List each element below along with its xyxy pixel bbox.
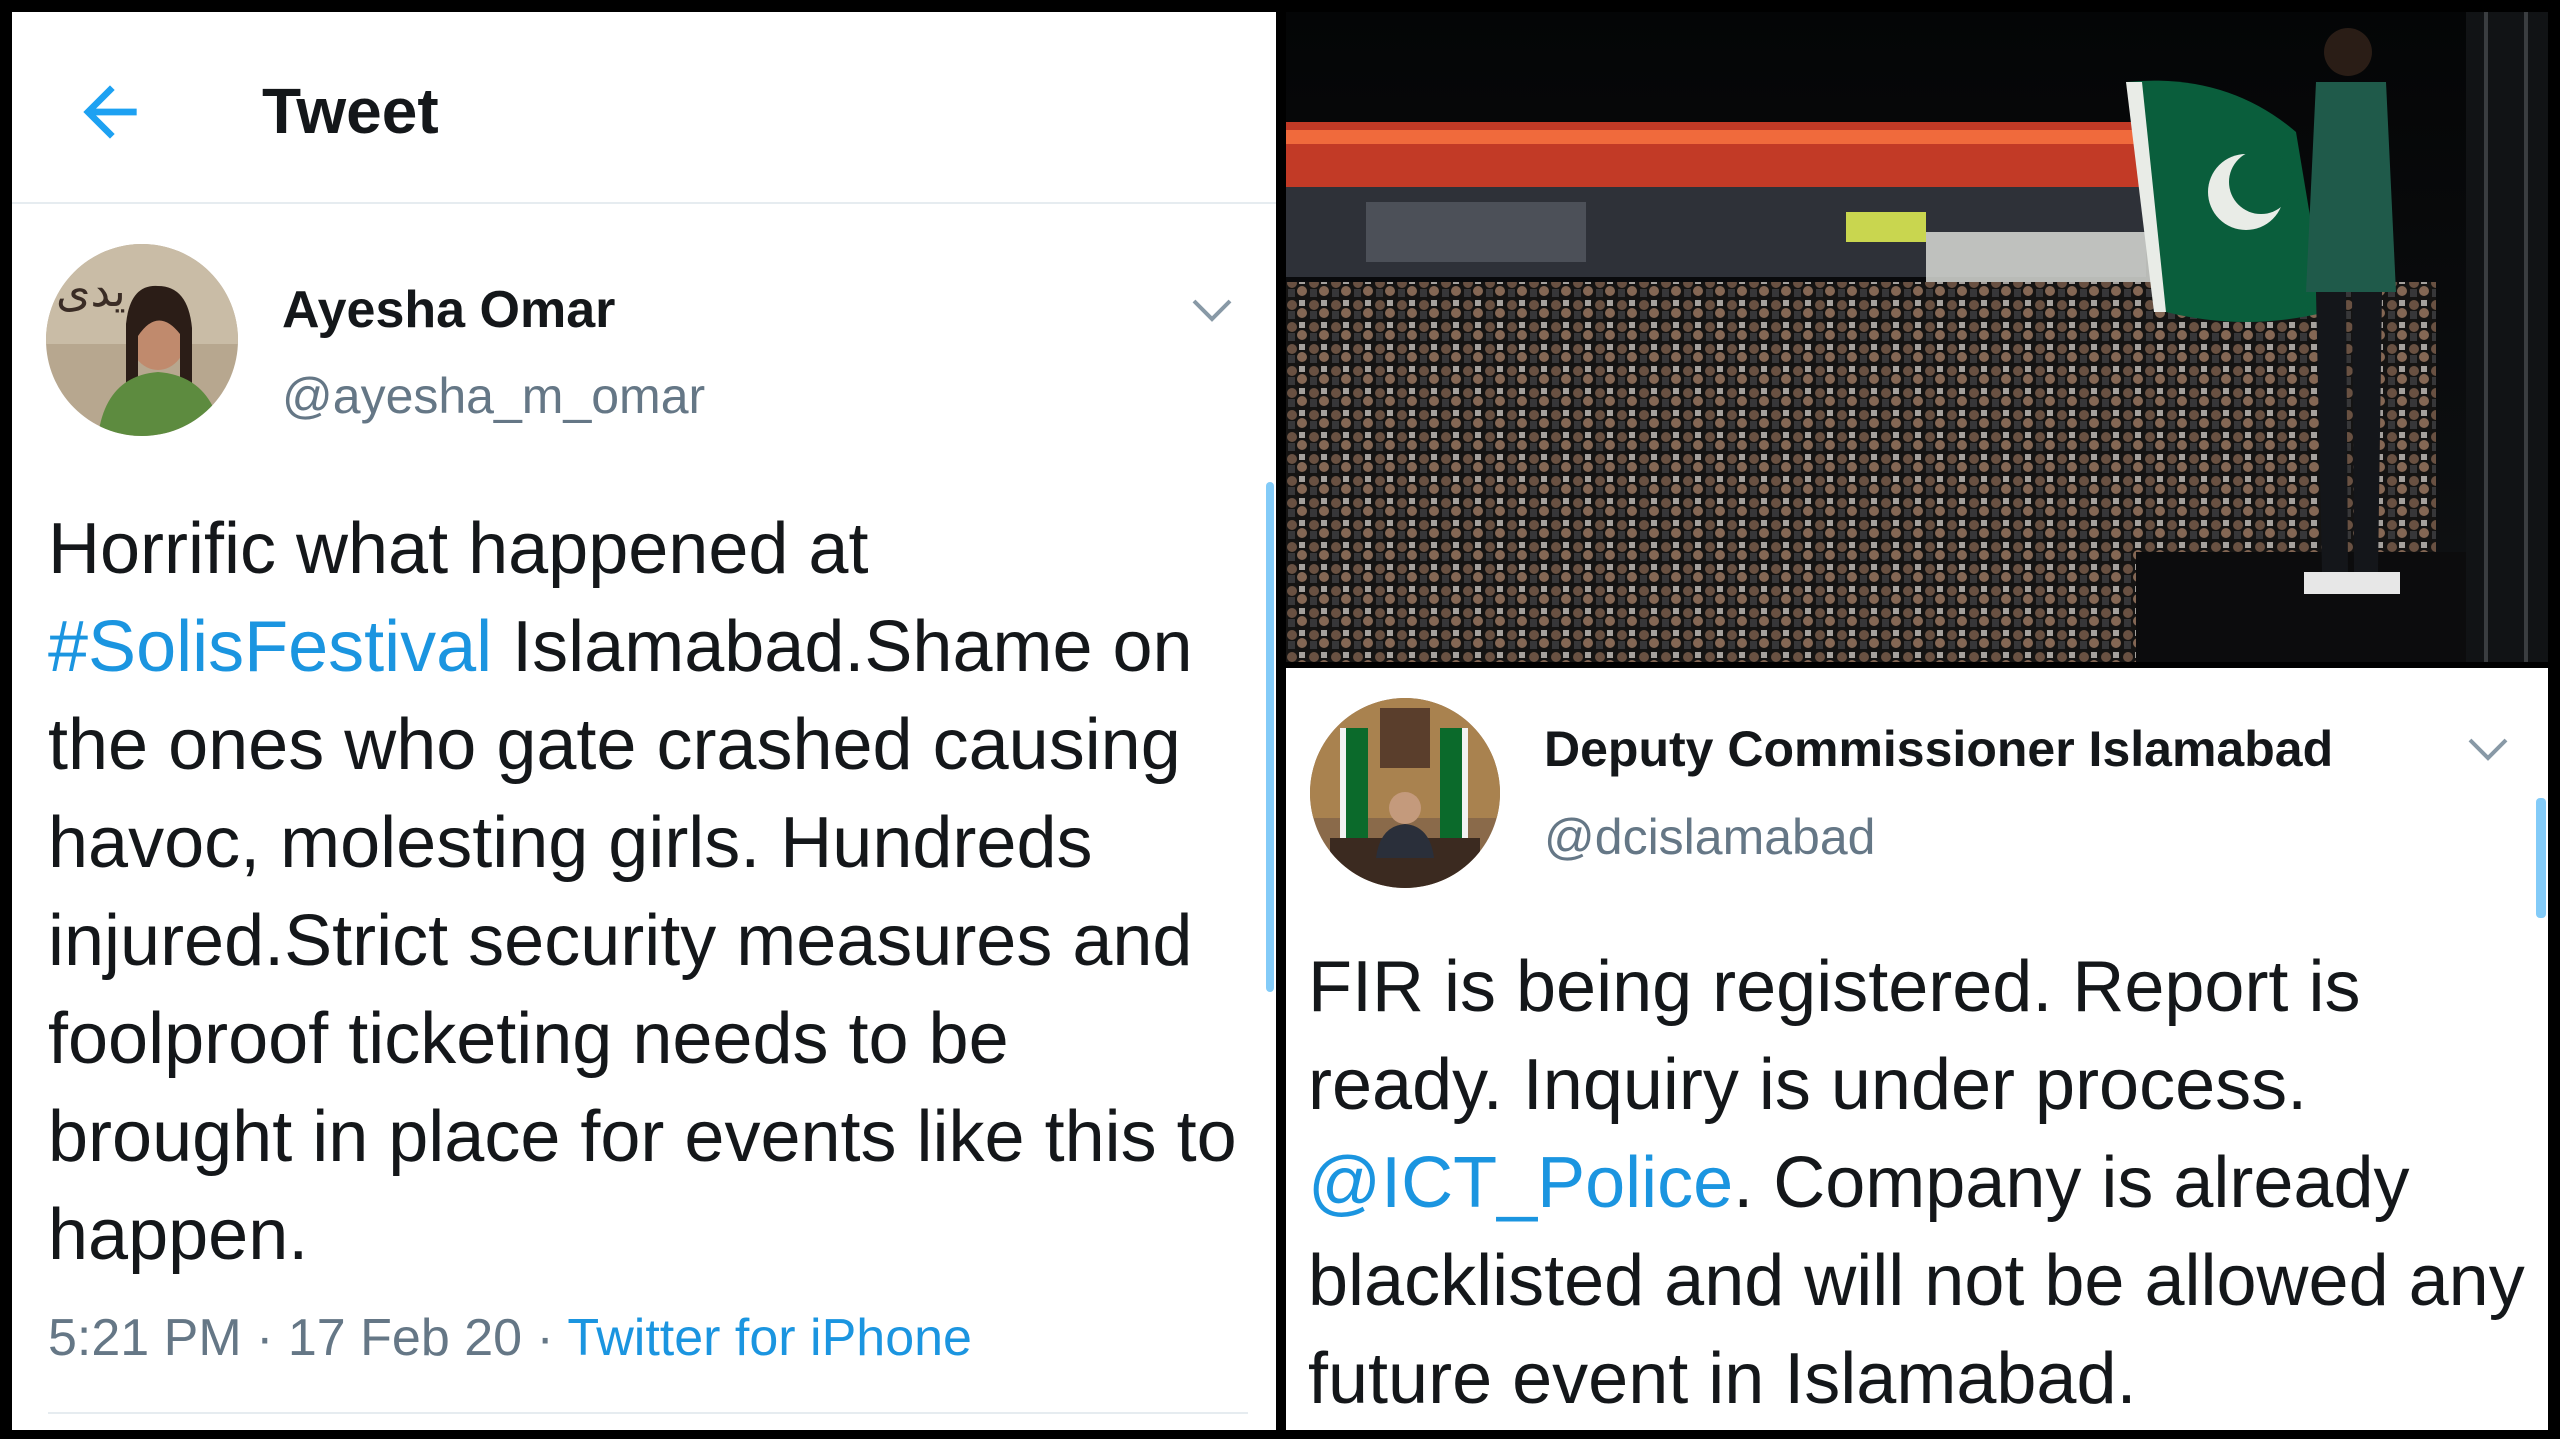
avatar-photo: یدی [46,244,238,436]
concert-photo-image [1286,12,2548,662]
tweet-panel-right: Deputy Commissioner Islamabad @dcislamab… [1286,668,2548,1430]
avatar-sign-text: یدی [56,266,126,317]
tweet-time[interactable]: 5:21 PM [48,1309,242,1367]
avatar[interactable] [1310,698,1500,888]
tweet-panel-left: Tweet یدی Ayesha Omar @ayesha_m_omar Hor… [12,12,1276,1430]
hashtag-link[interactable]: #SolisFestival [48,607,492,687]
tweet-text-part: Islamabad.Shame on the ones who gate cra… [48,607,1237,1275]
mention-link[interactable]: @ICT_Police [1308,1143,1733,1223]
page-title: Tweet [262,75,439,147]
author-handle[interactable]: @ayesha_m_omar [282,367,705,425]
tweet-meta: 5:21 PM · 17 Feb 20 · Twitter for iPhone [48,1308,972,1368]
tweet-text: FIR is being registered. Report is ready… [1308,938,2538,1428]
meta-separator: · [241,1309,288,1367]
scrollbar[interactable] [2536,798,2546,918]
chevron-down-icon[interactable] [2464,734,2512,764]
tweet-text: Horrific what happened at #SolisFestival… [48,500,1268,1284]
avatar-photo [1310,698,1500,888]
tweet-source-app-link[interactable]: Twitter for iPhone [567,1309,972,1367]
author-name[interactable]: Ayesha Omar [282,280,615,340]
back-arrow-icon[interactable] [70,72,150,152]
meta-separator: · [522,1309,568,1367]
divider [48,1412,1248,1414]
author-name[interactable]: Deputy Commissioner Islamabad [1544,720,2333,778]
author-handle[interactable]: @dcislamabad [1544,808,1875,866]
concert-photo [1286,12,2548,662]
avatar[interactable]: یدی [46,244,238,436]
tweet-text-part: Horrific what happened at [48,509,869,589]
chevron-down-icon[interactable] [1188,295,1236,325]
tweet-date[interactable]: 17 Feb 20 [288,1309,522,1367]
tweet-header-bar: Tweet [12,12,1276,204]
scrollbar[interactable] [1266,482,1274,992]
tweet-text-part: FIR is being registered. Report is ready… [1308,947,2361,1125]
